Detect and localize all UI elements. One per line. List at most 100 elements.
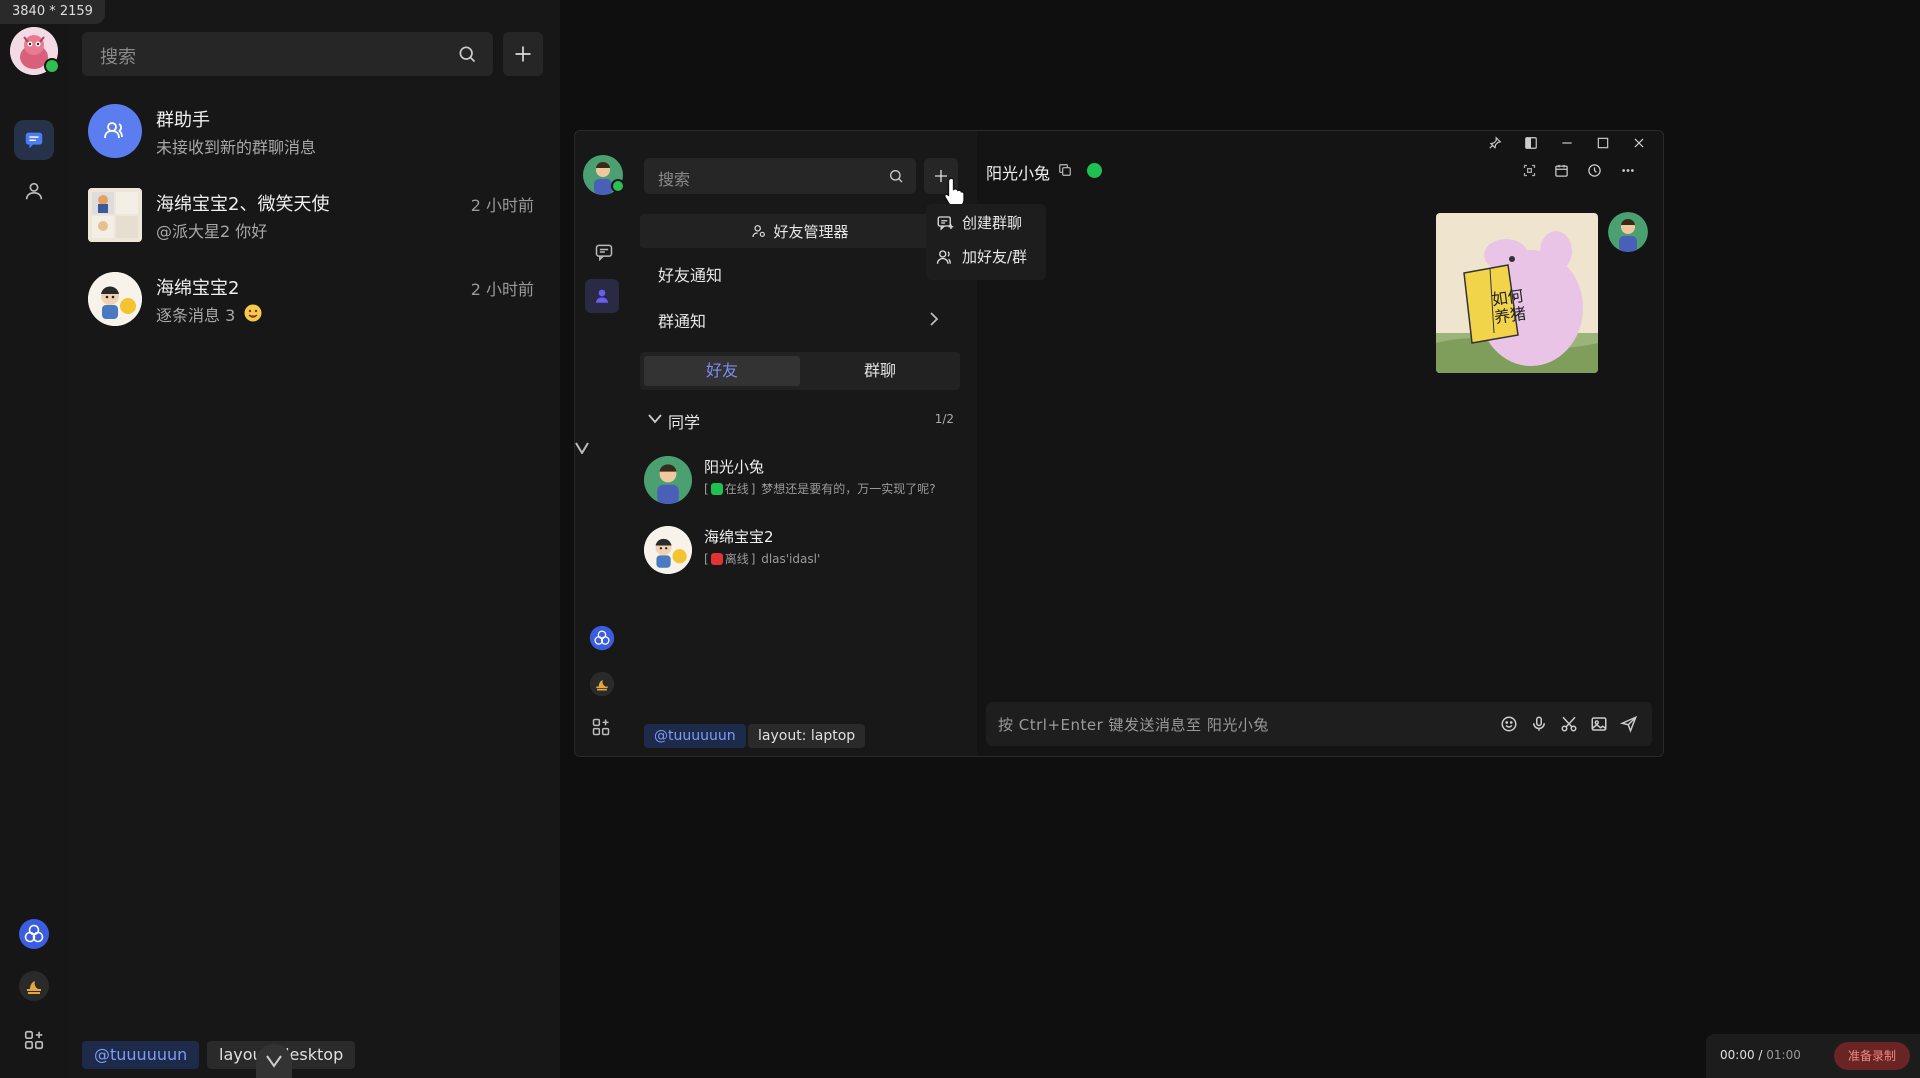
user-handle-tag: @tuuuuuun bbox=[82, 1041, 200, 1069]
group-count: 1/2 bbox=[934, 412, 954, 426]
window-chat-nav[interactable] bbox=[587, 235, 621, 269]
chevron-down-icon bbox=[575, 442, 589, 454]
chevron-right-icon bbox=[930, 312, 939, 326]
window-theme-toggle[interactable] bbox=[589, 671, 615, 697]
image-icon[interactable] bbox=[1590, 715, 1608, 733]
friends-groups-tabs: 好友 群聊 bbox=[640, 352, 960, 390]
conversation-item-group-assistant[interactable]: 群助手 未接收到新的群聊消息 bbox=[68, 92, 560, 176]
apps-nav-button[interactable] bbox=[14, 1020, 54, 1060]
friend-item[interactable]: 阳光小兔 [在线] 梦想还是要有的，万一实现了呢? bbox=[632, 450, 976, 514]
group-chat-avatar bbox=[88, 188, 142, 242]
friend-status: 离线 bbox=[724, 552, 749, 566]
chat-icon bbox=[25, 132, 43, 149]
person-icon bbox=[25, 182, 43, 200]
contacts-nav-button[interactable] bbox=[14, 171, 54, 211]
group-notice-row[interactable]: 群通知 bbox=[640, 304, 960, 334]
conversation-name: 海绵宝宝2 bbox=[156, 278, 240, 299]
friend-status-line: [在线] 梦想还是要有的，万一实现了呢? bbox=[704, 481, 936, 497]
circles-icon bbox=[589, 625, 615, 651]
sender-avatar[interactable] bbox=[1608, 212, 1648, 252]
add-dropdown-menu: 创建群聊 加好友/群 bbox=[926, 204, 1046, 280]
friend-status-line: [离线] dlas'idasl' bbox=[704, 551, 821, 567]
add-button[interactable] bbox=[503, 32, 543, 76]
window-search-input[interactable]: 搜索 bbox=[644, 158, 916, 194]
screenshot-icon[interactable] bbox=[1522, 163, 1537, 178]
chat-nav-button[interactable] bbox=[14, 120, 54, 160]
apps-grid-icon bbox=[24, 1030, 44, 1050]
microphone-icon[interactable] bbox=[1530, 715, 1548, 733]
conversation-time: 2 小时前 bbox=[470, 280, 534, 299]
window-community-nav[interactable] bbox=[589, 625, 615, 651]
window-search-placeholder: 搜索 bbox=[658, 170, 691, 189]
friend-name: 阳光小兔 bbox=[704, 458, 765, 476]
sidebar-toggle-icon[interactable] bbox=[1524, 136, 1538, 150]
history-icon[interactable] bbox=[1587, 163, 1602, 178]
search-icon bbox=[459, 46, 476, 63]
send-icon[interactable] bbox=[1620, 715, 1638, 733]
conversation-item-haimian[interactable]: 海绵宝宝2 逐条消息 3 2 小时前 bbox=[68, 260, 560, 344]
recorder-time: 00:00 / 01:00 bbox=[1720, 1048, 1801, 1062]
collapse-handle[interactable] bbox=[256, 1044, 292, 1078]
friend-signature: dlas'idasl' bbox=[761, 551, 821, 566]
window-online-indicator bbox=[611, 179, 625, 193]
conversation-time: 2 小时前 bbox=[470, 196, 534, 215]
more-icon[interactable] bbox=[1620, 163, 1636, 178]
conversation-item-group-chat[interactable]: 海绵宝宝2、微笑天使 @派大星2 你好 2 小时前 bbox=[68, 176, 560, 260]
conversation-preview: 未接收到新的群聊消息 bbox=[156, 138, 317, 157]
conversation-preview: @派大星2 你好 bbox=[156, 222, 268, 241]
friend-status: 在线 bbox=[724, 482, 749, 496]
add-friend-group-item[interactable]: 加好友/群 bbox=[936, 246, 1027, 267]
person-settings-icon bbox=[752, 225, 766, 238]
circles-icon bbox=[19, 919, 49, 949]
screen-dimension-badge: 3840 * 2159 bbox=[0, 0, 105, 24]
app-rail bbox=[0, 0, 68, 1078]
tab-groups[interactable]: 群聊 bbox=[802, 356, 958, 386]
search-icon bbox=[890, 170, 903, 183]
add-friend-group-label: 加好友/群 bbox=[962, 248, 1028, 266]
window-apps-nav[interactable] bbox=[591, 717, 611, 737]
window-contacts-nav[interactable] bbox=[585, 279, 619, 313]
search-input[interactable]: 搜索 bbox=[82, 32, 493, 76]
sticker-message[interactable]: 如何养猪 bbox=[1436, 213, 1598, 373]
emoji-icon[interactable] bbox=[1500, 715, 1518, 733]
start-recording-button[interactable]: 准备录制 bbox=[1834, 1042, 1910, 1070]
friend-item[interactable]: 海绵宝宝2 [离线] dlas'idasl' bbox=[632, 520, 976, 584]
recorder-time-total: 01:00 bbox=[1766, 1048, 1801, 1062]
friend-avatar bbox=[644, 456, 692, 504]
maximize-icon[interactable] bbox=[1596, 136, 1610, 150]
plus-icon bbox=[515, 46, 531, 62]
status-dot bbox=[710, 552, 723, 565]
message-input-placeholder: 按 Ctrl+Enter 键发送消息至 阳光小兔 bbox=[998, 716, 1269, 734]
copy-icon[interactable] bbox=[1058, 163, 1072, 177]
group-header-classmates[interactable]: 同学 1/2 bbox=[640, 406, 960, 434]
community-nav-button[interactable] bbox=[14, 914, 54, 954]
chevron-down-icon bbox=[266, 1055, 282, 1068]
apps-grid-icon bbox=[592, 718, 610, 736]
message-input[interactable]: 按 Ctrl+Enter 键发送消息至 阳光小兔 bbox=[986, 702, 1652, 746]
tab-friends[interactable]: 好友 bbox=[644, 356, 800, 386]
online-indicator bbox=[44, 58, 60, 74]
friend-notice-row[interactable]: 好友通知 bbox=[640, 258, 960, 288]
theme-toggle-button[interactable] bbox=[14, 966, 54, 1006]
emoji-icon bbox=[244, 304, 262, 322]
friend-manager-button[interactable]: 好友管理器 bbox=[640, 214, 960, 248]
group-notice-label: 群通知 bbox=[658, 312, 707, 331]
minimize-icon[interactable] bbox=[1560, 136, 1574, 150]
calendar-icon[interactable] bbox=[1554, 163, 1569, 178]
scissors-icon[interactable] bbox=[1560, 715, 1578, 733]
window-rail bbox=[575, 131, 633, 756]
group-assistant-avatar bbox=[88, 104, 142, 158]
chat-title: 阳光小兔 bbox=[986, 164, 1051, 183]
window-layout-tag: layout: laptop bbox=[748, 724, 866, 748]
conversation-name: 海绵宝宝2、微笑天使 bbox=[156, 194, 330, 215]
screen-recorder: 00:00 / 01:00 准备录制 bbox=[1706, 1034, 1920, 1078]
haimian-avatar bbox=[88, 272, 142, 326]
close-icon[interactable] bbox=[1632, 136, 1646, 150]
pin-icon[interactable] bbox=[1488, 136, 1502, 150]
create-group-item[interactable]: 创建群聊 bbox=[936, 212, 1022, 233]
friend-notice-label: 好友通知 bbox=[658, 266, 723, 285]
person-icon bbox=[596, 289, 608, 303]
window-collapse-handle[interactable] bbox=[575, 437, 593, 459]
friend-manager-label: 好友管理器 bbox=[773, 222, 849, 241]
chevron-down-icon bbox=[648, 414, 662, 424]
